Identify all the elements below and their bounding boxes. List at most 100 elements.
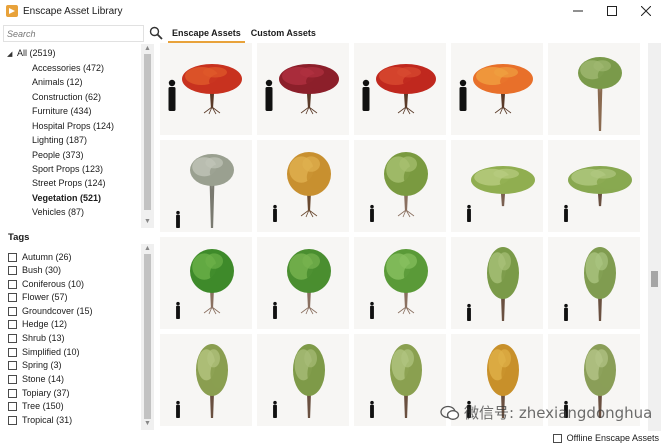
tab-enscape-assets[interactable]: Enscape Assets bbox=[168, 25, 245, 43]
tag-label: Stone (14) bbox=[22, 374, 65, 384]
title-bar: Enscape Asset Library bbox=[0, 0, 663, 22]
tag-label: Tree (150) bbox=[22, 401, 64, 411]
tag-checkbox-row[interactable]: Coniferous (10) bbox=[8, 279, 84, 290]
tags-header: Tags bbox=[8, 232, 30, 243]
tag-checkbox-row[interactable]: Tree (150) bbox=[8, 401, 64, 412]
minimize-icon bbox=[573, 10, 583, 12]
tag-label: Autumn (26) bbox=[22, 252, 72, 262]
checkbox[interactable] bbox=[8, 280, 17, 289]
human-scale-figure bbox=[273, 301, 277, 319]
human-scale-figure bbox=[564, 303, 568, 321]
tag-checkbox-row[interactable]: Stone (14) bbox=[8, 374, 64, 385]
category-item[interactable]: Accessories (472) bbox=[32, 63, 104, 74]
asset-grid bbox=[158, 43, 648, 431]
scrollbar-thumb[interactable] bbox=[144, 54, 151, 210]
tags-scrollbar[interactable]: ▲ ▼ bbox=[141, 244, 154, 430]
checkbox[interactable] bbox=[8, 402, 17, 411]
asset-thumbnail-green-oak-roots[interactable] bbox=[354, 140, 446, 232]
asset-thumbnail-orange-maple-tree[interactable] bbox=[451, 43, 543, 135]
asset-thumbnail-bare-birch-tree[interactable] bbox=[160, 140, 252, 232]
tag-checkbox-row[interactable]: Flower (57) bbox=[8, 292, 68, 303]
asset-thumbnail-slim-tree-c[interactable] bbox=[354, 334, 446, 426]
human-scale-figure bbox=[273, 204, 277, 222]
category-item[interactable]: Street Props (124) bbox=[32, 178, 106, 189]
tag-checkbox-row[interactable]: Hedge (12) bbox=[8, 319, 67, 330]
tag-label: Topiary (37) bbox=[22, 388, 70, 398]
tab-custom-assets[interactable]: Custom Assets bbox=[247, 25, 320, 43]
checkbox[interactable] bbox=[8, 253, 17, 262]
asset-thumbnail-yellow-autumn-oak[interactable] bbox=[257, 140, 349, 232]
minimize-button[interactable] bbox=[561, 0, 595, 22]
watermark: 微信号: zhexiangdonghua bbox=[440, 402, 652, 423]
tag-label: Flower (57) bbox=[22, 292, 68, 302]
tag-checkbox-row[interactable]: Groundcover (15) bbox=[8, 306, 93, 317]
asset-grid-scrollbar[interactable] bbox=[648, 43, 661, 431]
checkbox[interactable] bbox=[8, 375, 17, 384]
tags-list: Autumn (26) Bush (30) Coniferous (10) Fl… bbox=[3, 244, 155, 430]
category-item[interactable]: People (373) bbox=[32, 150, 84, 161]
search-icon[interactable] bbox=[149, 26, 163, 40]
category-item[interactable]: Furniture (434) bbox=[32, 106, 92, 117]
asset-thumbnail-sparse-green-tree[interactable] bbox=[548, 43, 640, 135]
tag-checkbox-row[interactable]: Shrub (13) bbox=[8, 333, 65, 344]
expand-tree-icon[interactable]: ◢ bbox=[7, 50, 15, 58]
scroll-down-icon[interactable]: ▼ bbox=[144, 218, 151, 225]
category-item[interactable]: Sport Props (123) bbox=[32, 164, 103, 175]
asset-thumbnail-lush-green-tree-a[interactable] bbox=[160, 237, 252, 329]
asset-thumbnail-japanese-maple-red[interactable] bbox=[354, 43, 446, 135]
tag-checkbox-row[interactable]: Spring (3) bbox=[8, 360, 62, 371]
category-item[interactable]: Vehicles (87) bbox=[32, 207, 84, 218]
offline-assets-toggle[interactable]: Offline Enscape Assets bbox=[552, 433, 659, 443]
category-tree: ◢ All (2519) Accessories (472) Animals (… bbox=[3, 44, 155, 228]
asset-thumbnail-light-green-oak[interactable] bbox=[451, 140, 543, 232]
asset-thumbnail-dark-red-maple-tree[interactable] bbox=[257, 43, 349, 135]
asset-thumbnail-lush-green-tree-b[interactable] bbox=[257, 237, 349, 329]
category-item[interactable]: Animals (12) bbox=[32, 77, 83, 88]
category-item-selected[interactable]: Vegetation (521) bbox=[32, 193, 101, 204]
tag-checkbox-row[interactable]: Simplified (10) bbox=[8, 347, 80, 358]
checkbox[interactable] bbox=[8, 266, 17, 275]
checkbox[interactable] bbox=[8, 361, 17, 370]
human-scale-figure bbox=[176, 210, 180, 228]
close-button[interactable] bbox=[629, 0, 663, 22]
asset-thumbnail-tall-green-tree-a[interactable] bbox=[451, 237, 543, 329]
category-scrollbar[interactable]: ▲ ▼ bbox=[141, 44, 154, 228]
window-title: Enscape Asset Library bbox=[23, 5, 123, 17]
asset-thumbnail-slim-tree-b[interactable] bbox=[257, 334, 349, 426]
human-scale-figure bbox=[370, 400, 374, 418]
checkbox[interactable] bbox=[8, 348, 17, 357]
checkbox[interactable] bbox=[8, 416, 17, 425]
scroll-up-icon[interactable]: ▲ bbox=[144, 45, 151, 52]
human-scale-figure bbox=[176, 400, 180, 418]
tag-checkbox-row[interactable]: Topiary (37) bbox=[8, 388, 70, 399]
human-scale-figure bbox=[176, 301, 180, 319]
watermark-text: 微信号: zhexiangdonghua bbox=[464, 404, 653, 422]
asset-tabs: Enscape Assets Custom Assets bbox=[168, 25, 322, 43]
maximize-button[interactable] bbox=[595, 0, 629, 22]
scrollbar-thumb[interactable] bbox=[651, 271, 658, 287]
category-item[interactable]: Hospital Props (124) bbox=[32, 121, 114, 132]
search-input[interactable] bbox=[3, 25, 144, 42]
asset-thumbnail-lush-green-tree-c[interactable] bbox=[354, 237, 446, 329]
tag-checkbox-row[interactable]: Tropical (31) bbox=[8, 415, 72, 426]
asset-thumbnail-slim-tree-a[interactable] bbox=[160, 334, 252, 426]
asset-thumbnail-tall-green-tree-b[interactable] bbox=[548, 237, 640, 329]
asset-thumbnail-wide-olive-tree[interactable] bbox=[548, 140, 640, 232]
scroll-up-icon[interactable]: ▲ bbox=[144, 245, 151, 252]
checkbox[interactable] bbox=[8, 293, 17, 302]
checkbox[interactable] bbox=[8, 307, 17, 316]
checkbox[interactable] bbox=[552, 433, 562, 443]
human-scale-figure bbox=[362, 79, 370, 111]
scroll-down-icon[interactable]: ▼ bbox=[144, 420, 151, 427]
checkbox[interactable] bbox=[8, 334, 17, 343]
category-all[interactable]: All (2519) bbox=[17, 48, 56, 59]
category-item[interactable]: Construction (62) bbox=[32, 92, 101, 103]
checkbox[interactable] bbox=[8, 389, 17, 398]
tag-checkbox-row[interactable]: Bush (30) bbox=[8, 265, 61, 276]
tag-checkbox-row[interactable]: Autumn (26) bbox=[8, 252, 72, 263]
checkbox[interactable] bbox=[8, 320, 17, 329]
category-item[interactable]: Lighting (187) bbox=[32, 135, 87, 146]
scrollbar-thumb[interactable] bbox=[144, 254, 151, 419]
human-scale-figure bbox=[467, 303, 471, 321]
asset-thumbnail-red-maple-tree[interactable] bbox=[160, 43, 252, 135]
